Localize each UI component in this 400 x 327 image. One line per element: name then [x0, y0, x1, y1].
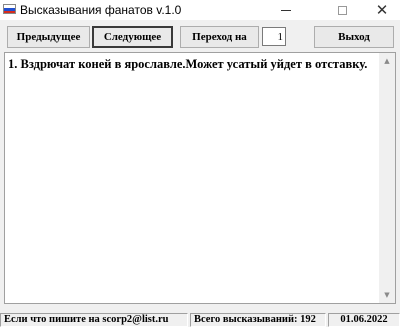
vertical-scrollbar[interactable]: ▲ ▼: [379, 53, 395, 303]
close-icon: ✕: [375, 0, 389, 19]
status-bar: Если что пишите на scorp2@list.ru Всего …: [0, 312, 400, 327]
russian-flag-icon: [3, 4, 16, 14]
next-button[interactable]: Следующее: [92, 26, 173, 48]
exit-button[interactable]: Выход: [314, 26, 394, 48]
maximize-button[interactable]: [320, 0, 364, 20]
quote-text-area[interactable]: 1. Вздрючат коней в ярославле.Может усат…: [4, 52, 396, 304]
window-title: Высказывания фанатов v.1.0: [20, 3, 182, 17]
minimize-icon: [281, 9, 291, 11]
title-bar: Высказывания фанатов v.1.0 ✕: [0, 0, 400, 20]
goto-number-input[interactable]: [262, 27, 286, 46]
scroll-down-icon[interactable]: ▼: [379, 287, 395, 303]
status-date: 01.06.2022: [328, 313, 400, 327]
status-count: Всего высказываний: 192: [190, 313, 326, 327]
status-email: Если что пишите на scorp2@list.ru: [0, 313, 188, 327]
quote-text: 1. Вздрючат коней в ярославле.Может усат…: [8, 57, 368, 71]
previous-button[interactable]: Предыдущее: [7, 26, 90, 48]
goto-button[interactable]: Переход на: [180, 26, 259, 48]
close-button[interactable]: ✕: [360, 0, 400, 20]
minimize-button[interactable]: [264, 0, 308, 20]
scroll-up-icon[interactable]: ▲: [379, 53, 395, 69]
maximize-icon: [337, 5, 347, 15]
